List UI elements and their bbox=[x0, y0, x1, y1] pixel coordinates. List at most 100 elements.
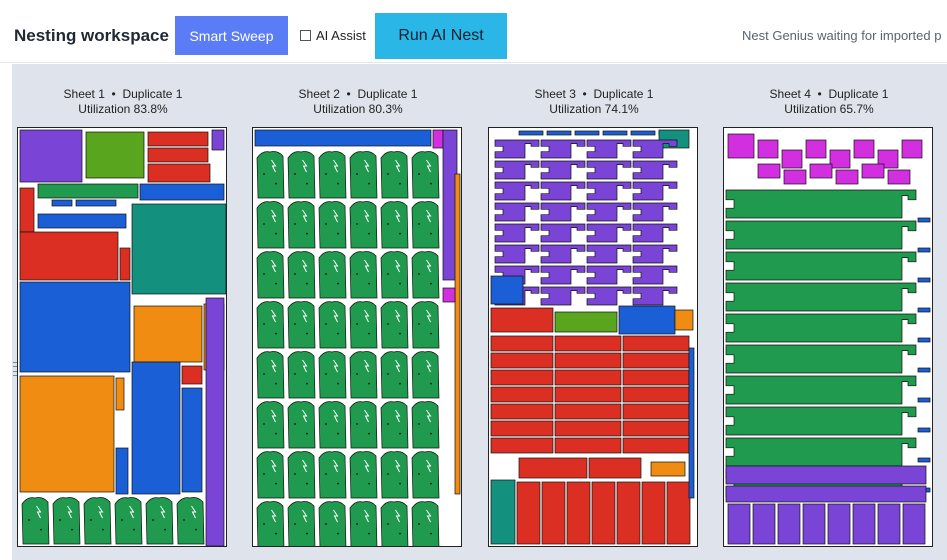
nested-part bbox=[205, 297, 225, 546]
nested-part bbox=[494, 223, 540, 243]
nested-part bbox=[540, 181, 586, 201]
nested-part bbox=[516, 481, 541, 545]
nested-part bbox=[861, 163, 885, 179]
nested-part bbox=[540, 223, 586, 243]
nested-part bbox=[757, 163, 781, 179]
sheet-4-utilization: Utilization 65.7% bbox=[784, 102, 874, 116]
nested-part bbox=[540, 160, 586, 180]
nested-part bbox=[632, 286, 678, 306]
nested-part bbox=[554, 311, 618, 333]
nested-part bbox=[494, 181, 540, 201]
nested-part bbox=[917, 307, 931, 313]
nested-part bbox=[630, 130, 656, 136]
nested-part bbox=[287, 451, 316, 499]
nested-part bbox=[411, 401, 440, 449]
sheet-3-parts bbox=[490, 129, 695, 545]
nested-part bbox=[725, 251, 917, 281]
nested-part bbox=[349, 401, 378, 449]
nested-part bbox=[411, 151, 440, 199]
nested-part bbox=[133, 305, 203, 363]
nested-part bbox=[176, 497, 205, 545]
nested-part bbox=[901, 139, 923, 159]
nested-part bbox=[181, 387, 203, 493]
sheet-3-duplicate: Duplicate 1 bbox=[593, 87, 654, 101]
nested-part bbox=[115, 447, 129, 495]
nested-part bbox=[632, 160, 678, 180]
nested-part bbox=[411, 251, 440, 299]
nested-part bbox=[318, 451, 347, 499]
sheet-2-parts bbox=[254, 129, 461, 546]
sheet-3-name: Sheet 3 bbox=[534, 87, 576, 101]
smart-sweep-button[interactable]: Smart Sweep bbox=[175, 16, 288, 55]
nested-part bbox=[83, 497, 112, 545]
nested-part bbox=[783, 169, 807, 185]
nested-part bbox=[256, 301, 285, 349]
ai-assist-checkbox[interactable] bbox=[300, 30, 311, 41]
sheet-2[interactable] bbox=[252, 127, 462, 547]
nested-part bbox=[318, 401, 347, 449]
nested-part bbox=[588, 457, 642, 479]
nested-part bbox=[139, 183, 225, 201]
nested-part bbox=[725, 465, 927, 485]
nested-part bbox=[809, 163, 833, 179]
nested-part bbox=[349, 151, 378, 199]
nested-part bbox=[725, 375, 917, 405]
nested-part bbox=[287, 351, 316, 399]
nested-part bbox=[554, 352, 622, 369]
nested-part bbox=[349, 351, 378, 399]
nested-part bbox=[727, 133, 755, 159]
nested-part bbox=[490, 386, 554, 403]
sheet-1-duplicate: Duplicate 1 bbox=[122, 87, 183, 101]
nested-part bbox=[318, 251, 347, 299]
nested-part bbox=[318, 501, 347, 546]
sheet-1-header: Sheet 1 • Duplicate 1 Utilization 83.8% bbox=[17, 87, 229, 117]
nested-part bbox=[725, 282, 917, 312]
nested-part bbox=[494, 160, 540, 180]
nested-part bbox=[490, 369, 554, 386]
nested-part bbox=[546, 130, 572, 136]
nested-part bbox=[666, 481, 691, 545]
nested-part bbox=[131, 203, 226, 295]
sheet-1[interactable] bbox=[17, 127, 227, 547]
nested-part bbox=[114, 497, 143, 545]
nested-part bbox=[540, 286, 586, 306]
nested-part bbox=[256, 251, 285, 299]
nested-part bbox=[887, 169, 911, 185]
nested-part bbox=[287, 501, 316, 546]
nested-part bbox=[586, 160, 632, 180]
nested-part bbox=[554, 437, 622, 454]
nested-part bbox=[131, 361, 181, 495]
ai-assist-toggle[interactable]: AI Assist bbox=[300, 28, 366, 43]
nested-part bbox=[349, 201, 378, 249]
nested-part bbox=[586, 223, 632, 243]
nested-part bbox=[411, 501, 440, 546]
nested-part bbox=[540, 202, 586, 222]
nested-part bbox=[490, 275, 524, 305]
nested-part bbox=[37, 183, 139, 199]
nesting-canvas[interactable]: Sheet 1 • Duplicate 1 Utilization 83.8% … bbox=[12, 64, 947, 560]
nested-part bbox=[349, 251, 378, 299]
sheet-3[interactable] bbox=[488, 127, 698, 547]
nested-part bbox=[622, 335, 690, 352]
nested-part bbox=[574, 130, 600, 136]
sheet-4[interactable] bbox=[723, 127, 933, 547]
nested-part bbox=[494, 139, 540, 159]
nested-part bbox=[490, 335, 554, 352]
sheet-2-name: Sheet 2 bbox=[298, 87, 340, 101]
nested-part bbox=[411, 301, 440, 349]
nested-part bbox=[432, 129, 444, 149]
nested-part bbox=[490, 307, 554, 333]
nested-part bbox=[540, 244, 586, 264]
nested-part bbox=[781, 149, 803, 169]
nested-part bbox=[917, 247, 931, 253]
nested-part bbox=[586, 202, 632, 222]
nested-part bbox=[622, 386, 690, 403]
run-ai-nest-button[interactable]: Run AI Nest bbox=[375, 13, 507, 59]
nested-part bbox=[380, 251, 409, 299]
nested-part bbox=[591, 481, 616, 545]
nested-part bbox=[917, 277, 931, 283]
nested-part bbox=[211, 129, 225, 151]
nested-part bbox=[256, 351, 285, 399]
sheet-1-parts bbox=[19, 129, 226, 546]
nested-part bbox=[147, 131, 209, 147]
